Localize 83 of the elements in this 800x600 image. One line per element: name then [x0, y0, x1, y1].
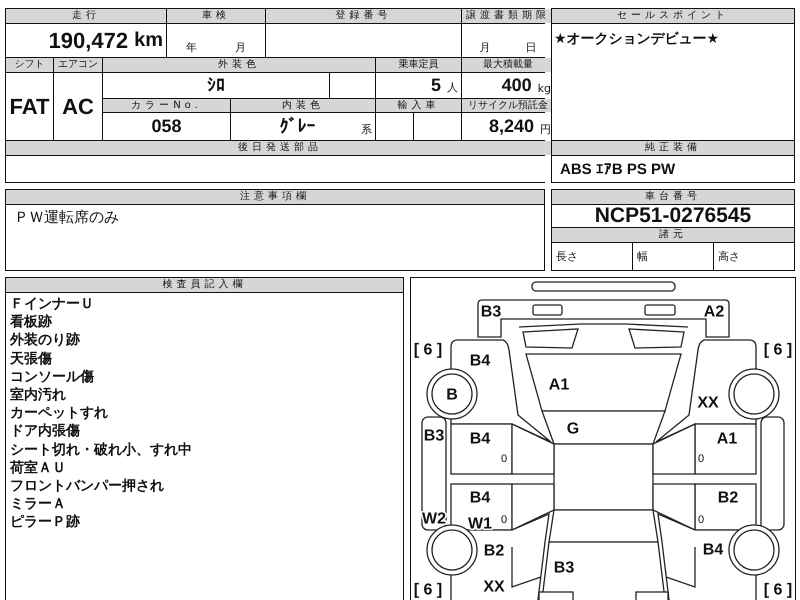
column-header: 譲渡書類期限: [462, 9, 554, 23]
column-header: 外装色: [103, 58, 375, 72]
column-header: シフト: [6, 58, 53, 72]
damage-code: XX: [483, 578, 505, 596]
damage-code: G: [566, 420, 580, 438]
door-mark: 0: [698, 514, 704, 526]
inspector-note: ＦインナーＵ: [10, 295, 95, 314]
inspector-note: 天張傷: [10, 350, 53, 368]
column-header: 乗車定員: [376, 58, 461, 72]
damage-code: B3: [480, 304, 502, 320]
column-header: 車検: [167, 9, 265, 23]
damage-code: B3: [554, 560, 574, 576]
column-header: カラーNo.: [103, 99, 230, 112]
door-mark: 0: [698, 453, 704, 465]
unit-label: 月: [480, 40, 490, 55]
unit-label: 人: [447, 80, 458, 96]
section-header: セールスポイント: [552, 9, 794, 24]
unit-label: 月: [235, 40, 246, 55]
inspector-note: シート切れ・破れ小、すれ中: [10, 440, 193, 459]
unit-label: 円: [540, 122, 551, 138]
damage-code: B4: [470, 352, 490, 370]
column-header: リサイクル預託金: [462, 99, 554, 112]
column-header: エアコン: [54, 58, 102, 72]
column-header: 最大積載量: [462, 58, 554, 72]
damage-code: B4: [470, 490, 490, 506]
capacity-value: 5: [430, 75, 441, 96]
section-header: 諸元: [552, 227, 794, 243]
tread-depth-label: [ 6 ]: [764, 342, 792, 358]
section-header: 車台番号: [552, 190, 794, 205]
column-header: 輸入車: [376, 99, 461, 112]
tread-depth-label: [ 6 ]: [414, 342, 442, 358]
inspector-note: カーペットすれ: [10, 404, 109, 422]
column-header: 内装色: [231, 99, 375, 112]
column-header: 走行: [6, 9, 166, 23]
damage-code: XX: [697, 394, 719, 412]
damage-code: B3: [424, 428, 444, 444]
damage-code: A1: [716, 430, 738, 448]
interior-color-value: ｸﾞﾚｰ: [280, 116, 316, 137]
equipment-text: ABS ｴｱB PS PW: [560, 160, 676, 178]
door-mark: 0: [500, 453, 508, 465]
unit-label: 日: [526, 40, 536, 55]
inspector-note: ドア内張傷: [10, 422, 81, 441]
damage-code: W1: [468, 516, 492, 532]
inspector-note: 外装のり跡: [10, 331, 81, 350]
recycle-fee-value: 8,240: [488, 116, 534, 137]
inspector-note: ミラーＡ: [10, 495, 66, 514]
spec-label: 高さ: [718, 249, 740, 264]
unit-label: 年: [186, 40, 197, 55]
damage-code: B2: [484, 542, 504, 560]
notes-text: ＰＷ運転席のみ: [14, 208, 119, 226]
section-header: 純正装備: [552, 140, 794, 156]
sales-point-text: ★オークションデビュー★: [554, 31, 720, 47]
tread-depth-label: [ 6 ]: [414, 582, 442, 598]
exterior-color-value: ｼﾛ: [207, 75, 225, 96]
damage-code: A1: [548, 376, 570, 394]
aircon-value: AC: [62, 94, 94, 120]
spec-label: 長さ: [556, 249, 578, 264]
damage-code: B4: [702, 542, 724, 558]
max-load-value: 400: [502, 75, 532, 96]
damage-code: B2: [718, 490, 738, 506]
color-number-value: 058: [151, 116, 182, 137]
unit-label: 系: [361, 122, 372, 138]
section-header: 注意事項欄: [6, 190, 544, 205]
section-header: 検査員記入欄: [6, 278, 403, 293]
inspector-note: 荷室ＡＵ: [10, 458, 67, 478]
inspector-note: ピラーＰ跡: [10, 513, 81, 532]
section-header: 後日発送部品: [6, 141, 554, 155]
column-header: 登録番号: [266, 9, 461, 23]
unit-label: km: [134, 29, 163, 52]
tread-depth-label: [ 6 ]: [764, 582, 792, 598]
inspector-note: フロントバンパー押され: [10, 477, 165, 496]
spec-label: 幅: [637, 249, 648, 264]
chassis-number: NCP51-0276545: [594, 204, 752, 227]
damage-code: A2: [704, 304, 724, 320]
unit-label: kg: [538, 82, 551, 97]
inspector-note: コンソール傷: [10, 368, 95, 386]
mileage-value: 190,472: [48, 28, 128, 54]
damage-code: B: [446, 386, 458, 404]
door-mark: 0: [500, 514, 508, 526]
damage-code: B4: [470, 430, 490, 448]
shift-value: FAT: [10, 94, 50, 120]
inspector-note: 室内汚れ: [10, 386, 67, 404]
inspector-note: 看板跡: [10, 313, 53, 332]
